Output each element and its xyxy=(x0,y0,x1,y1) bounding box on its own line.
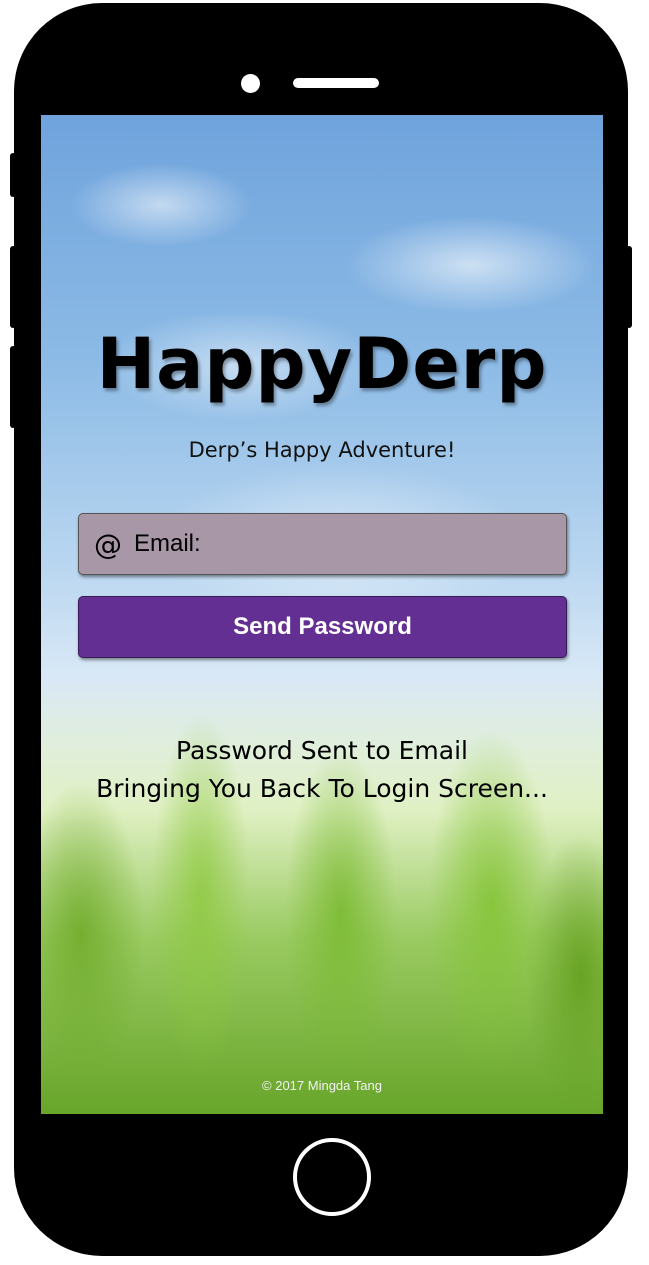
status-line-redirect: Bringing You Back To Login Screen... xyxy=(96,774,548,803)
power-button xyxy=(626,246,632,328)
at-icon: @ xyxy=(94,527,122,561)
home-button[interactable] xyxy=(293,1138,371,1216)
app-subtitle: Derp’s Happy Adventure! xyxy=(188,438,456,462)
copyright-text: © 2017 Mingda Tang xyxy=(262,1078,382,1093)
front-camera xyxy=(241,74,260,93)
app-screen: HappyDerp Derp’s Happy Adventure! @ Send… xyxy=(41,115,603,1114)
email-field[interactable]: @ xyxy=(78,513,567,575)
status-line-sent: Password Sent to Email xyxy=(176,736,468,765)
volume-down-button xyxy=(10,346,16,428)
send-password-button[interactable]: Send Password xyxy=(78,596,567,658)
status-message: Password Sent to Email Bringing You Back… xyxy=(41,732,603,808)
volume-up-button xyxy=(10,246,16,328)
silent-switch xyxy=(10,153,16,197)
email-input[interactable] xyxy=(132,513,566,575)
app-title: HappyDerp xyxy=(96,323,548,405)
earpiece-speaker xyxy=(293,78,379,88)
